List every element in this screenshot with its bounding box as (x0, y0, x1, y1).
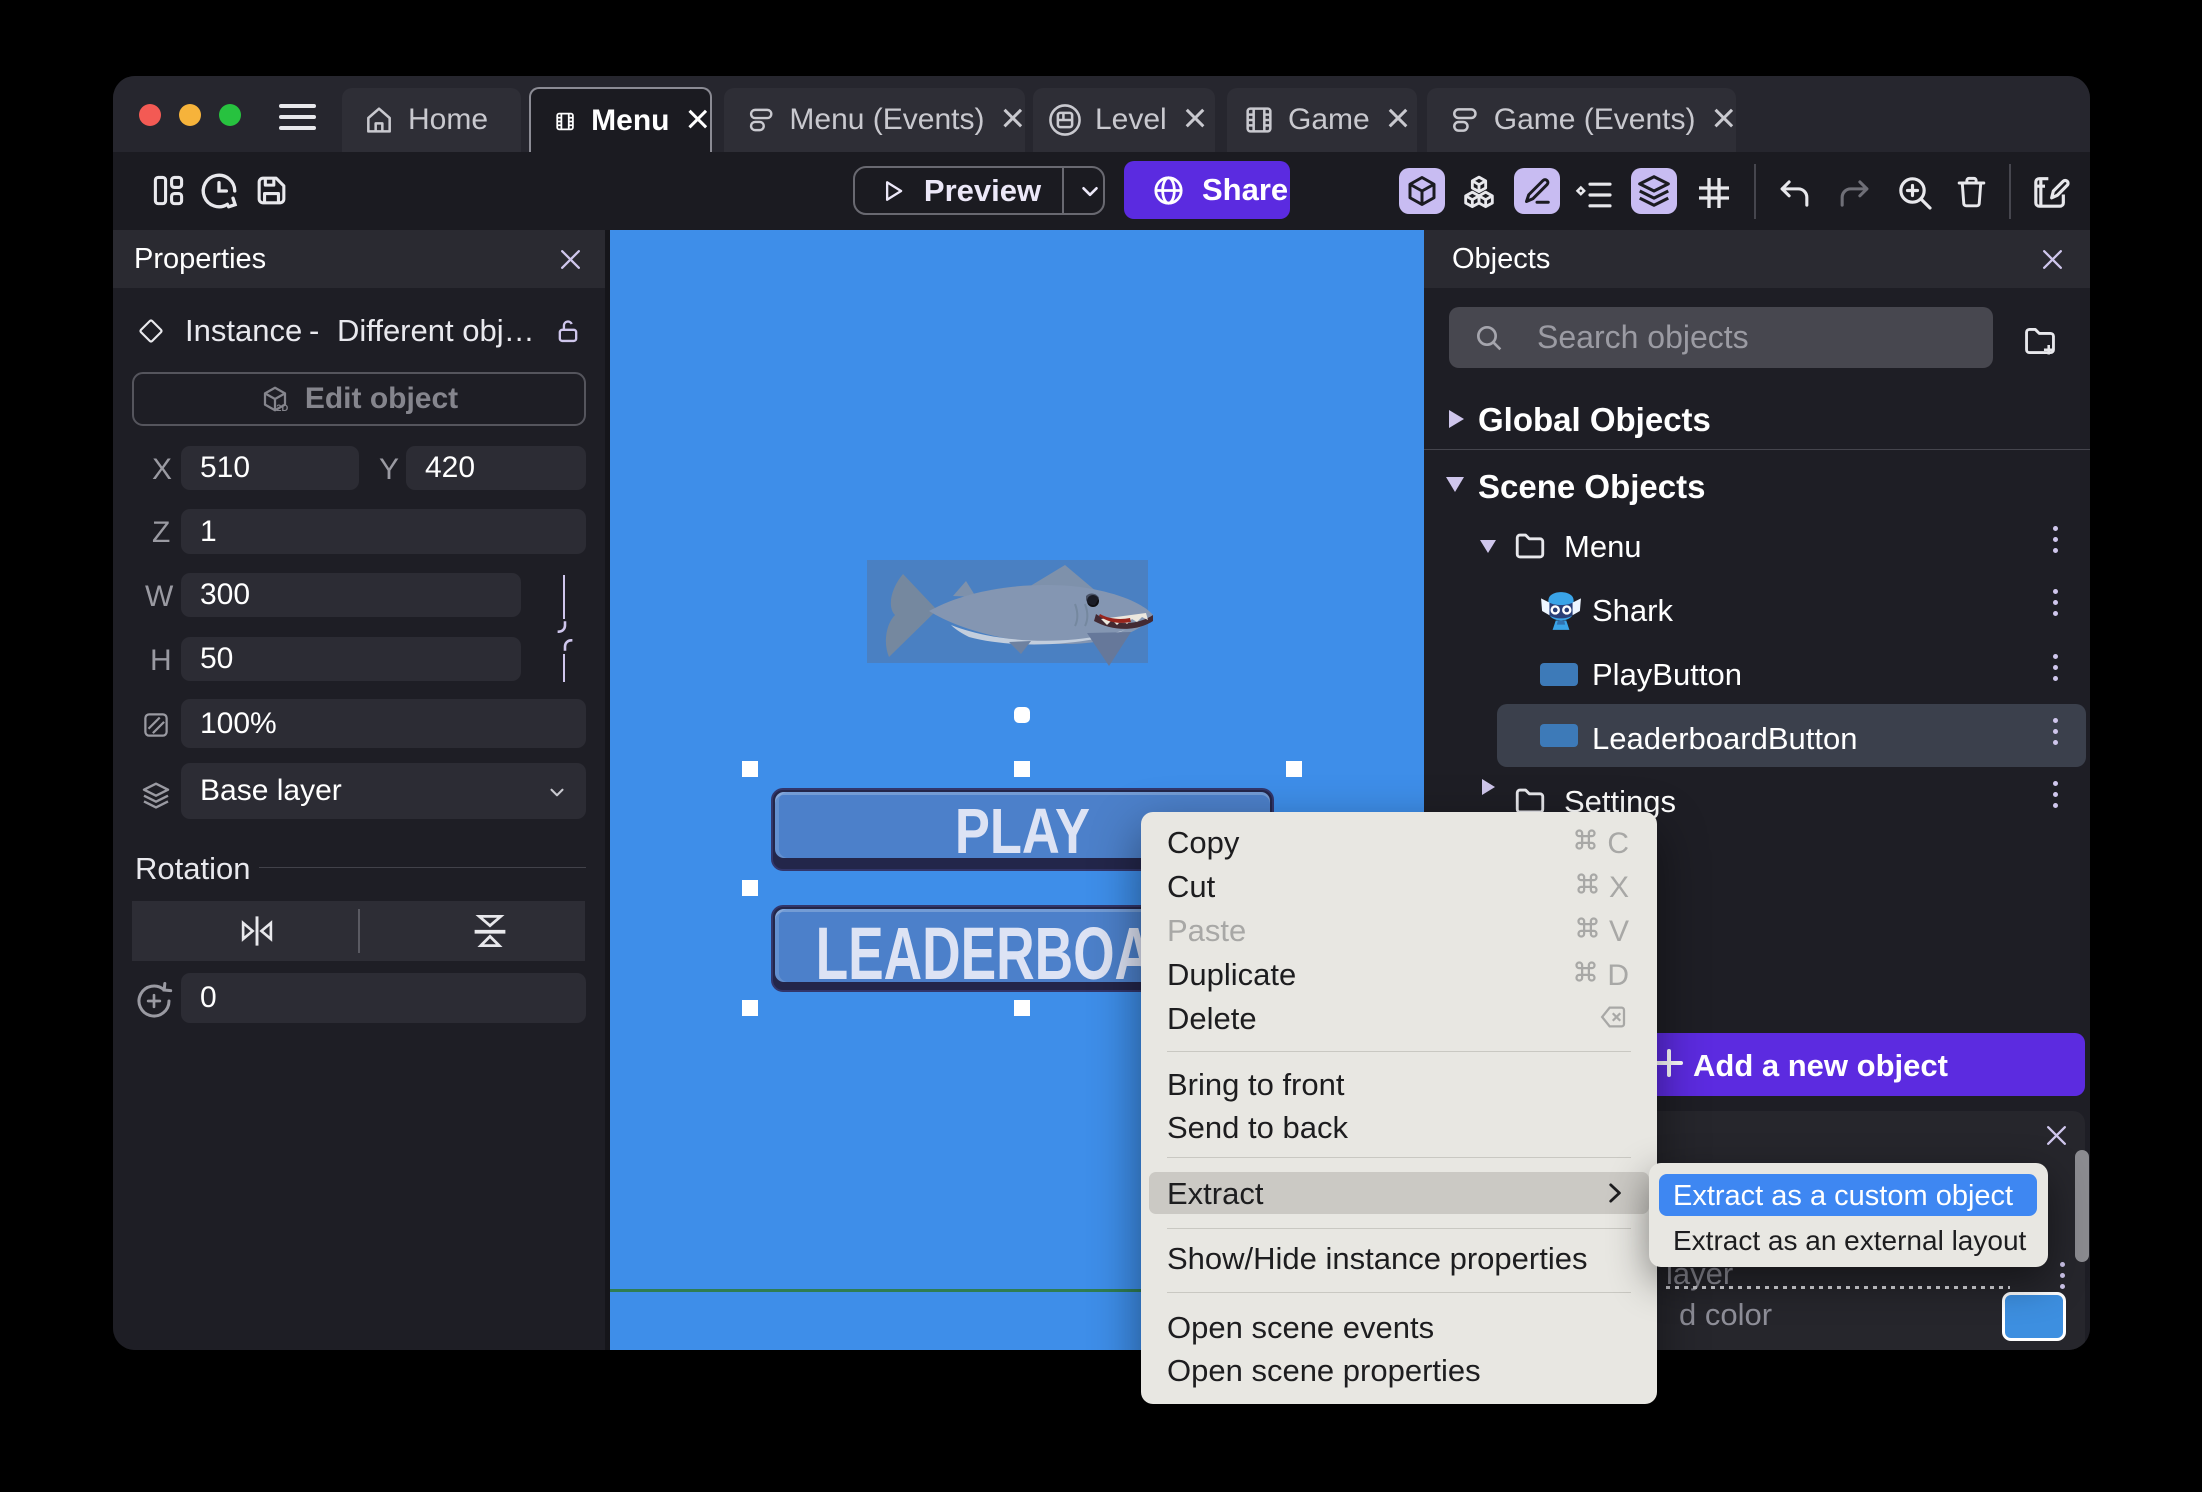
svg-text:2D: 2D (276, 403, 288, 413)
